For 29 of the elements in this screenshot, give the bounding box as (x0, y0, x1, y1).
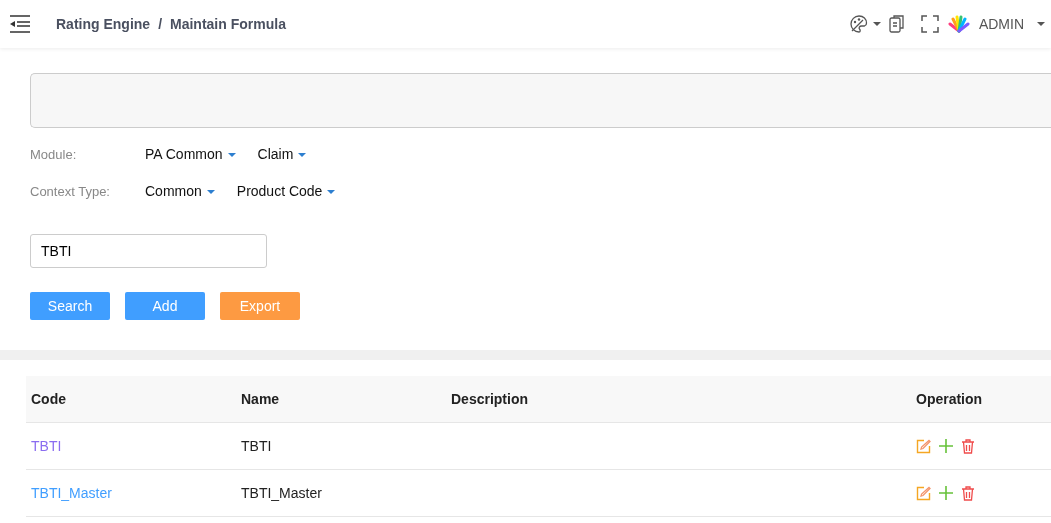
code-link[interactable]: TBTI (31, 437, 62, 454)
delete-icon[interactable] (961, 485, 975, 501)
column-header: Operation (916, 389, 983, 409)
logo-icon (946, 15, 971, 33)
dropdown[interactable]: Claim (257, 144, 307, 165)
breadcrumb-item[interactable]: Rating Engine (56, 13, 151, 35)
user-menu[interactable]: ADMIN (978, 13, 1024, 35)
menu-icon[interactable] (8, 14, 32, 34)
column-header: Code (30, 389, 67, 409)
edit-icon[interactable] (916, 485, 931, 501)
caret-icon[interactable] (872, 22, 881, 26)
document-icon[interactable] (888, 15, 905, 33)
search-field[interactable]: TBTI (30, 234, 267, 268)
delete-icon[interactable] (961, 438, 975, 454)
palette-icon[interactable] (848, 14, 869, 34)
caret-icon[interactable] (1037, 22, 1045, 26)
breadcrumb-separator: / (158, 14, 162, 34)
edit-icon[interactable] (916, 438, 931, 454)
dropdown[interactable]: Common (145, 181, 215, 202)
filter-label: Module: (30, 145, 78, 164)
dropdown[interactable]: Product Code (236, 181, 336, 202)
breadcrumb-item: Maintain Formula (170, 14, 286, 34)
column-header: Description (450, 389, 529, 409)
filter-label: Context Type: (30, 182, 111, 201)
table-cell-text: TBTI_Master (240, 483, 323, 503)
fullscreen-icon[interactable] (920, 15, 939, 33)
table-cell-text: TBTI (240, 436, 273, 456)
dropdown[interactable]: PA Common (145, 144, 236, 165)
column-header: Name (240, 389, 281, 409)
